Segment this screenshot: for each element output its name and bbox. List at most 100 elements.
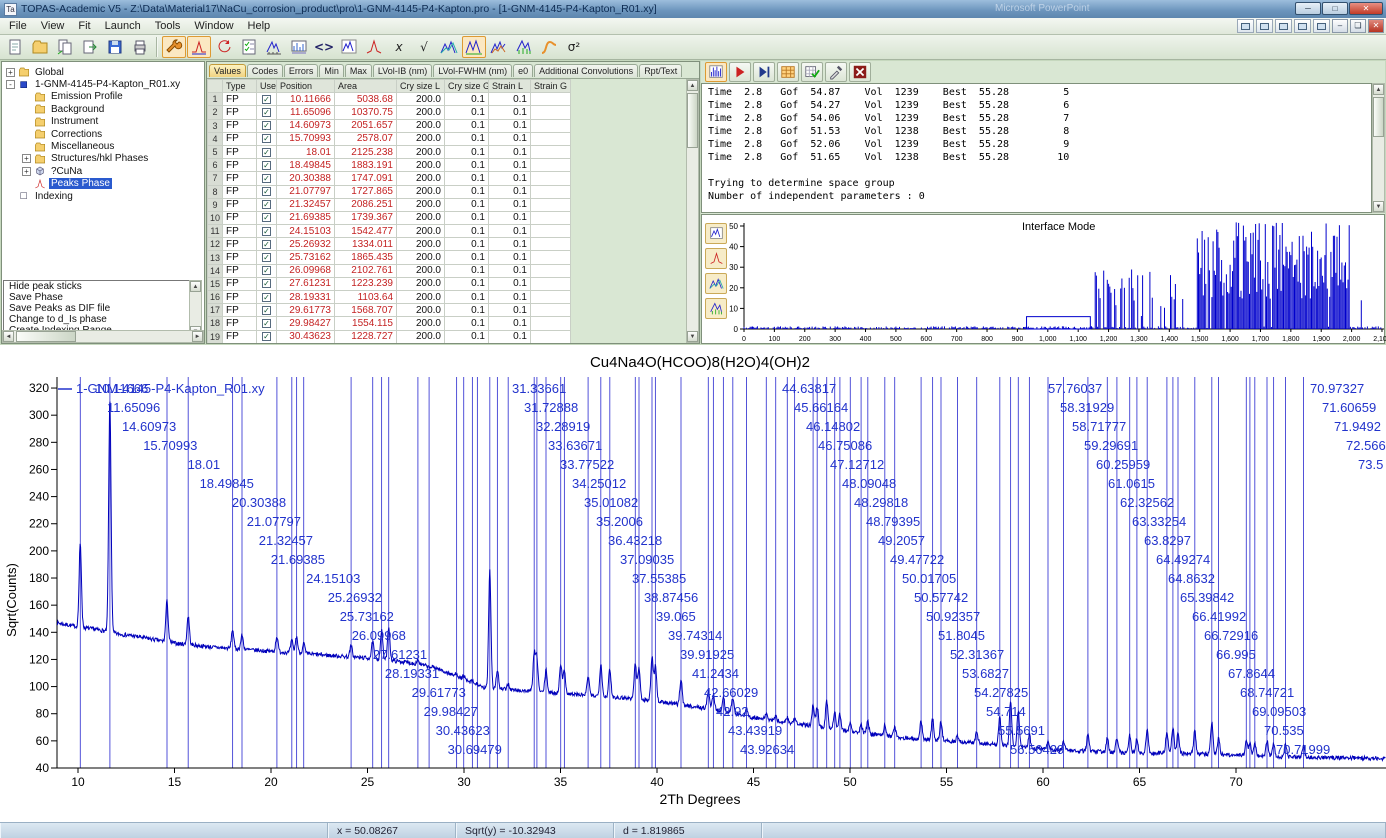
cell-cry-size-g[interactable]: 0.1: [445, 172, 489, 185]
cell-position[interactable]: 10.11666: [277, 93, 335, 106]
cell-strain-l[interactable]: 0.1: [489, 330, 531, 343]
cell-area[interactable]: 1223.239: [335, 277, 397, 290]
tree-item-peaks-phase[interactable]: Peaks Phase: [2, 178, 204, 190]
cell-type[interactable]: FP: [223, 211, 257, 224]
use-checkbox[interactable]: ✓: [257, 132, 277, 145]
export-project-button[interactable]: [78, 36, 102, 58]
use-checkbox[interactable]: ✓: [257, 291, 277, 304]
use-checkbox[interactable]: ✓: [257, 159, 277, 172]
cell-type[interactable]: FP: [223, 132, 257, 145]
tree-item-1-gnm-4145-p4-kapton-r01-xy[interactable]: -1-GNM-4145-P4-Kapton_R01.xy: [2, 78, 204, 90]
cumulative-plot-button[interactable]: [487, 36, 511, 58]
cell-area[interactable]: 1228.727: [335, 330, 397, 343]
tile-horizontal-icon[interactable]: [1275, 19, 1292, 33]
cell-area[interactable]: 1727.865: [335, 185, 397, 198]
cell-position[interactable]: 14.60973: [277, 119, 335, 132]
use-checkbox[interactable]: ✓: [257, 330, 277, 343]
cell-type[interactable]: FP: [223, 317, 257, 330]
row-number[interactable]: 19: [208, 330, 223, 343]
row-number[interactable]: 6: [208, 159, 223, 172]
cell-area[interactable]: 10370.75: [335, 106, 397, 119]
cell-cry-size-g[interactable]: 0.1: [445, 119, 489, 132]
maximize-button[interactable]: □: [1322, 2, 1348, 15]
cell-area[interactable]: 2578.07: [335, 132, 397, 145]
run-button[interactable]: [729, 62, 751, 82]
cell-type[interactable]: FP: [223, 264, 257, 277]
menu-view[interactable]: View: [34, 19, 72, 33]
cell-strain-g[interactable]: [531, 159, 571, 172]
tab-lvol-fwhm-nm-[interactable]: LVol-FWHM (nm): [433, 64, 512, 77]
child-minimize-button[interactable]: ‒: [1332, 19, 1348, 33]
output-scrollbar[interactable]: ▲ ▼: [1372, 83, 1385, 213]
context-menu-item-hide-peak-sticks[interactable]: Hide peak sticks: [4, 281, 192, 292]
row-number[interactable]: 17: [208, 304, 223, 317]
row-number[interactable]: 1: [208, 93, 223, 106]
cell-strain-l[interactable]: 0.1: [489, 317, 531, 330]
overlay-patterns-button[interactable]: [437, 36, 461, 58]
print-button[interactable]: [128, 36, 152, 58]
cell-area[interactable]: 1542.477: [335, 225, 397, 238]
cell-strain-l[interactable]: 0.1: [489, 93, 531, 106]
cell-cry-size-l[interactable]: 200.0: [397, 198, 445, 211]
cell-cry-size-g[interactable]: 0.1: [445, 238, 489, 251]
use-checkbox[interactable]: ✓: [257, 304, 277, 317]
pick-values-button[interactable]: [825, 62, 847, 82]
cell-cry-size-l[interactable]: 200.0: [397, 106, 445, 119]
cell-area[interactable]: 1883.191: [335, 159, 397, 172]
mini-hkl-button[interactable]: [705, 298, 727, 319]
accept-solution-button[interactable]: [801, 62, 823, 82]
interface-mode-button[interactable]: [705, 62, 727, 82]
x-axis-mode-button[interactable]: x: [387, 36, 411, 58]
row-number[interactable]: 5: [208, 145, 223, 158]
tree-item-background[interactable]: Background: [2, 103, 204, 115]
use-checkbox[interactable]: ✓: [257, 317, 277, 330]
cell-strain-l[interactable]: 0.1: [489, 264, 531, 277]
stop-run-button[interactable]: [849, 62, 871, 82]
peak-details-button[interactable]: [262, 36, 286, 58]
cell-strain-l[interactable]: 0.1: [489, 172, 531, 185]
tree-item-miscellaneous[interactable]: Miscellaneous: [2, 140, 204, 152]
cell-type[interactable]: FP: [223, 172, 257, 185]
cell-cry-size-g[interactable]: 0.1: [445, 251, 489, 264]
import-project-button[interactable]: [53, 36, 77, 58]
arrange-icons-icon[interactable]: [1313, 19, 1330, 33]
difference-plot-button[interactable]: [462, 36, 486, 58]
cell-cry-size-g[interactable]: 0.1: [445, 106, 489, 119]
child-restore-button[interactable]: ❏: [1350, 19, 1366, 33]
row-number[interactable]: 4: [208, 132, 223, 145]
use-checkbox[interactable]: ✓: [257, 106, 277, 119]
use-checkbox[interactable]: ✓: [257, 251, 277, 264]
cell-area[interactable]: 1103.64: [335, 291, 397, 304]
cell-position[interactable]: 21.32457: [277, 198, 335, 211]
cell-area[interactable]: 2051.657: [335, 119, 397, 132]
cell-cry-size-g[interactable]: 0.1: [445, 185, 489, 198]
cell-strain-g[interactable]: [531, 277, 571, 290]
cell-strain-l[interactable]: 0.1: [489, 251, 531, 264]
use-checkbox[interactable]: ✓: [257, 185, 277, 198]
row-number[interactable]: 12: [208, 238, 223, 251]
cell-strain-l[interactable]: 0.1: [489, 198, 531, 211]
new-file-button[interactable]: [3, 36, 27, 58]
hkl-ticks-button[interactable]: [512, 36, 536, 58]
cell-strain-l[interactable]: 0.1: [489, 185, 531, 198]
cell-area[interactable]: 1568.707: [335, 304, 397, 317]
row-number[interactable]: 18: [208, 317, 223, 330]
peaks-table-scrollbar[interactable]: ▲ ▼: [686, 79, 699, 343]
use-checkbox[interactable]: ✓: [257, 119, 277, 132]
cell-strain-l[interactable]: 0.1: [489, 291, 531, 304]
cell-position[interactable]: 24.15103: [277, 225, 335, 238]
cell-cry-size-g[interactable]: 0.1: [445, 93, 489, 106]
cell-strain-l[interactable]: 0.1: [489, 132, 531, 145]
parameters-list-button[interactable]: [237, 36, 261, 58]
cell-position[interactable]: 29.98427: [277, 317, 335, 330]
save-button[interactable]: [103, 36, 127, 58]
tab-lvol-ib-nm-[interactable]: LVol-IB (nm): [373, 64, 432, 77]
cell-cry-size-g[interactable]: 0.1: [445, 330, 489, 343]
cell-area[interactable]: 2125.238: [335, 145, 397, 158]
menu-file[interactable]: File: [2, 19, 34, 33]
tree-item-structures-hkl-phases[interactable]: +Structures/hkl Phases: [2, 153, 204, 165]
cell-type[interactable]: FP: [223, 304, 257, 317]
cell-strain-g[interactable]: [531, 145, 571, 158]
cell-cry-size-g[interactable]: 0.1: [445, 264, 489, 277]
row-number[interactable]: 14: [208, 264, 223, 277]
